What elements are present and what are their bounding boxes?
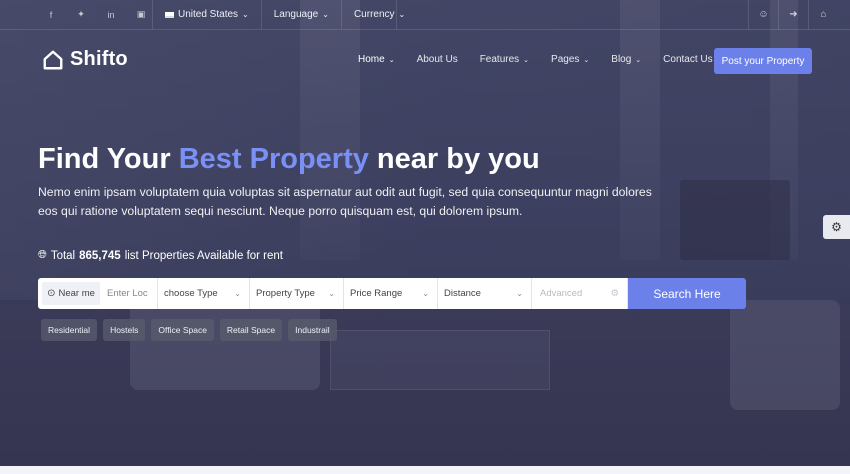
chevron-down-icon: ⌄ xyxy=(422,289,429,298)
chevron-down-icon: ⌄ xyxy=(523,57,530,64)
chevron-down-icon: ⌄ xyxy=(322,10,329,19)
location-input[interactable]: Enter Loc xyxy=(100,278,158,309)
nav-features[interactable]: Features ⌄ xyxy=(480,54,529,65)
property-category-tags: Residential Hostels Office Space Retail … xyxy=(41,319,337,341)
brand-name: Shifto xyxy=(70,48,128,70)
globe-icon: 🌐︎ xyxy=(38,249,47,261)
tag-industrial[interactable]: Industrail xyxy=(288,319,337,341)
chevron-down-icon: ⌄ xyxy=(516,289,523,298)
property-type-select[interactable]: Property Type ⌄ xyxy=(250,278,344,309)
social-links: f ✦ in ▣ xyxy=(0,0,146,29)
twitter-icon[interactable]: ✦ xyxy=(76,9,86,20)
flag-icon xyxy=(165,11,174,18)
chevron-down-icon: ⌄ xyxy=(388,57,395,64)
currency-selector[interactable]: Currency ⌄ xyxy=(340,0,417,29)
near-me-button[interactable]: ⊙ Near me xyxy=(38,278,100,309)
nav-menu: Home ⌄ About Us Features ⌄ Pages ⌄ Blog ⌄ Co… xyxy=(358,54,735,65)
nav-blog[interactable]: Blog ⌄ xyxy=(611,54,641,65)
brand-logo[interactable]: Shifto xyxy=(42,48,128,71)
chevron-down-icon: ⌄ xyxy=(398,10,406,19)
nav-about-us[interactable]: About Us xyxy=(417,54,458,65)
post-property-button[interactable]: Post your Property xyxy=(714,48,812,74)
facebook-icon[interactable]: f xyxy=(46,10,56,20)
distance-select[interactable]: Distance ⌄ xyxy=(438,278,532,309)
chevron-down-icon: ⌄ xyxy=(583,57,590,64)
tag-retail-space[interactable]: Retail Space xyxy=(219,319,283,341)
chevron-down-icon: ⌄ xyxy=(234,289,241,298)
hero-description: Nemo enim ipsam voluptatem quia voluptas… xyxy=(38,185,652,218)
total-count: 865,745 xyxy=(79,249,121,262)
main-navbar: Shifto Home ⌄ About Us Features ⌄ Pages ⌄ B… xyxy=(0,30,850,92)
gear-icon: ⚙ xyxy=(831,220,842,234)
linkedin-icon[interactable]: in xyxy=(106,10,116,20)
nav-pages[interactable]: Pages ⌄ xyxy=(551,54,589,65)
chevron-down-icon: ⌄ xyxy=(635,57,642,64)
total-properties: 🌐︎ Total 865,745 list Properties Availab… xyxy=(38,249,283,262)
tag-residential[interactable]: Residential xyxy=(41,319,98,341)
country-selector[interactable]: United States ⌄ xyxy=(152,0,261,29)
gear-icon: ⚙ xyxy=(610,288,619,299)
settings-gear-button[interactable]: ⚙ xyxy=(823,215,850,239)
search-button[interactable]: Search Here xyxy=(628,278,746,309)
nav-home[interactable]: Home ⌄ xyxy=(358,54,395,65)
type-select[interactable]: choose Type ⌄ xyxy=(158,278,250,309)
chevron-down-icon: ⌄ xyxy=(328,289,335,298)
user-icon[interactable]: ☺ xyxy=(748,0,778,30)
instagram-icon[interactable]: ▣ xyxy=(136,9,146,20)
advanced-filter-button[interactable]: Advanced ⚙ xyxy=(532,278,628,309)
next-section-edge xyxy=(0,466,850,474)
home-logo-icon xyxy=(43,50,63,69)
property-search-bar: ⊙ Near me Enter Loc choose Type ⌄ Proper… xyxy=(38,278,746,309)
sign-out-icon[interactable]: ➜ xyxy=(778,0,808,30)
nav-contact-us[interactable]: Contact Us xyxy=(663,54,712,65)
price-range-select[interactable]: Price Range ⌄ xyxy=(344,278,438,309)
chevron-down-icon: ⌄ xyxy=(242,10,249,19)
language-selector[interactable]: Language ⌄ xyxy=(260,0,341,29)
account-icons: ☺ ➜ ⌂ xyxy=(748,0,850,30)
tag-office-space[interactable]: Office Space xyxy=(151,319,214,341)
home-icon[interactable]: ⌂ xyxy=(808,0,838,30)
tag-hostels[interactable]: Hostels xyxy=(103,319,146,341)
crosshair-icon: ⊙ xyxy=(47,288,56,299)
hero-title: Find Your Best Property near by you xyxy=(38,143,540,175)
top-bar: f ✦ in ▣ United States ⌄ Language ⌄ Curr… xyxy=(0,0,850,30)
